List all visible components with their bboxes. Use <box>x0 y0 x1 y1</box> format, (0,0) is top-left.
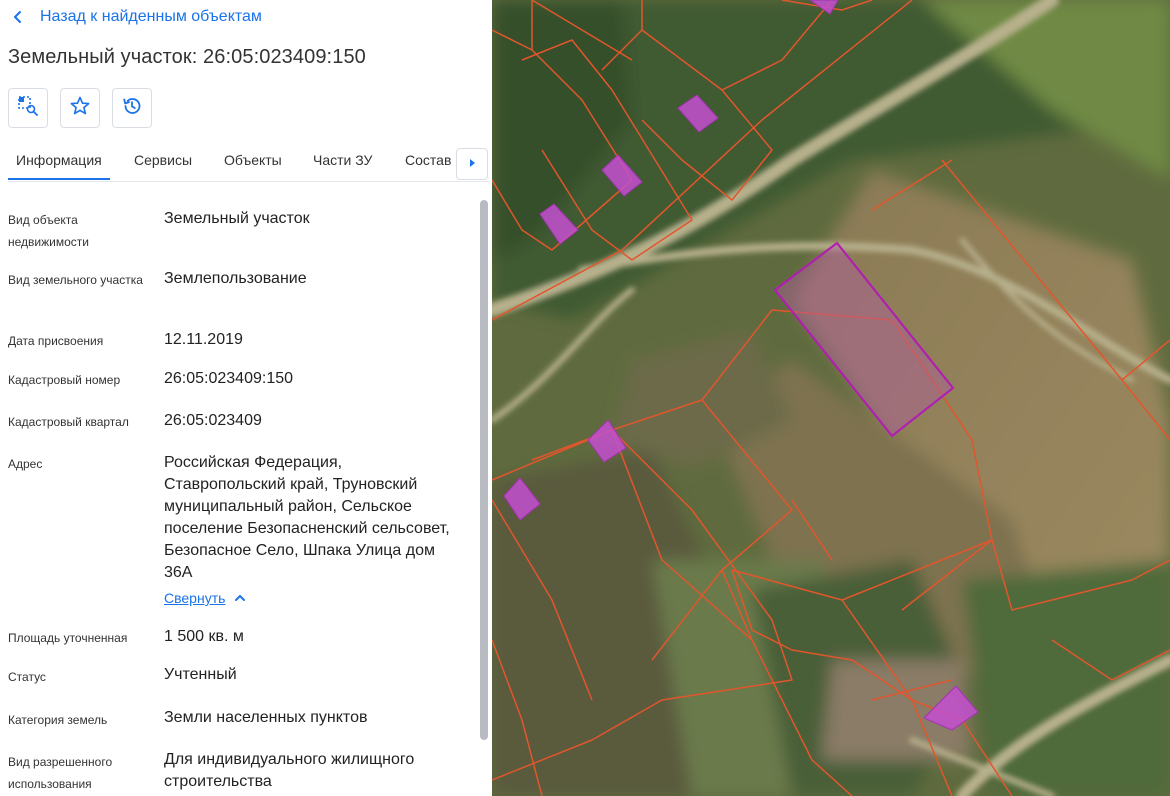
collapse-link-label: Свернуть <box>164 590 226 606</box>
cad-number-value: 26:05:023409:150 <box>164 370 294 387</box>
plot-type-label: Вид земельного участка <box>8 273 143 287</box>
permitted-use-label: Вид разрешенного использования <box>8 755 113 791</box>
tab-services[interactable]: Сервисы <box>134 152 192 168</box>
cad-quarter-value: 26:05:023409 <box>164 412 262 429</box>
page-title: Земельный участок: 26:05:023409:150 <box>8 46 366 68</box>
tab-info[interactable]: Информация <box>8 152 110 180</box>
satellite-map[interactable] <box>492 0 1170 796</box>
back-link[interactable]: Назад к найденным объектам <box>8 6 262 28</box>
area-value: 1 500 кв. м <box>164 628 244 645</box>
land-category-value: Земли населенных пунктов <box>164 709 368 726</box>
info-panel: Назад к найденным объектам Земельный уча… <box>0 0 492 796</box>
object-type-value: Земельный участок <box>164 210 310 227</box>
search-area-button[interactable] <box>8 88 48 128</box>
tab-objects[interactable]: Объекты <box>224 152 282 168</box>
address-value: Российская Федерация, Ставропольский кра… <box>164 454 450 581</box>
tab-parts[interactable]: Части ЗУ <box>313 152 372 168</box>
tab-composition[interactable]: Состав <box>405 152 451 168</box>
chevron-left-icon <box>8 7 28 27</box>
chevron-up-icon <box>233 591 247 605</box>
history-button[interactable] <box>112 88 152 128</box>
map-view[interactable] <box>492 0 1170 796</box>
status-value: Учтенный <box>164 666 237 683</box>
panel-scrollbar[interactable] <box>480 200 488 740</box>
back-link-label: Назад к найденным объектам <box>40 8 262 25</box>
area-label: Площадь уточненная <box>8 631 128 645</box>
caret-right-icon <box>467 155 477 173</box>
search-area-icon <box>17 95 39 122</box>
tabs-scroll-right-button[interactable] <box>456 148 488 180</box>
date-label: Дата присвоения <box>8 334 104 348</box>
favorite-button[interactable] <box>60 88 100 128</box>
cad-quarter-label: Кадастровый квартал <box>8 415 129 429</box>
address-label: Адрес <box>8 457 43 471</box>
plot-type-value: Землепользование <box>164 270 307 287</box>
permitted-use-value: Для индивидуального жилищного строительс… <box>164 751 415 790</box>
collapse-link[interactable]: Свернуть <box>164 590 247 606</box>
status-label: Статус <box>8 670 46 684</box>
tab-bar: Информация Сервисы Объекты Части ЗУ Сост… <box>8 148 490 182</box>
star-icon <box>69 95 91 122</box>
land-category-label: Категория земель <box>8 713 108 727</box>
history-icon <box>121 95 143 122</box>
date-value: 12.11.2019 <box>164 331 243 348</box>
cad-number-label: Кадастровый номер <box>8 373 121 387</box>
object-type-label: Вид объекта недвижимости <box>8 213 89 249</box>
